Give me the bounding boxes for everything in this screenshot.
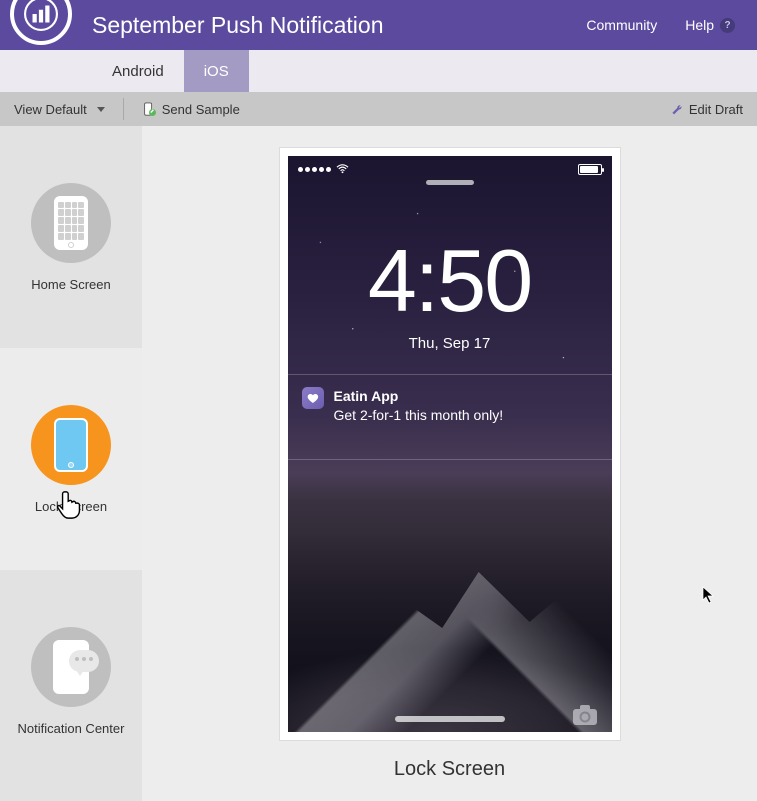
edit-draft-button[interactable]: Edit Draft [656,92,757,126]
help-link[interactable]: Help ? [685,17,735,33]
tab-ios[interactable]: iOS [184,50,249,92]
edit-draft-label: Edit Draft [689,102,743,117]
community-link[interactable]: Community [586,17,657,33]
wallpaper-mountain [288,532,612,732]
clock-time: 4:50 [288,237,612,325]
lock-screen-icon [31,405,111,485]
sidebar-item-notification-center[interactable]: Notification Center [0,570,142,792]
page-title: September Push Notification [92,12,586,39]
top-grabber-icon [426,180,474,185]
slide-grabber-icon [395,716,505,722]
sidebar-item-lock-screen[interactable]: Lock Screen [0,348,142,570]
signal-icon [298,167,331,172]
battery-icon [578,164,602,175]
main-area: Home Screen Lock Screen Notification Cen… [0,126,757,801]
help-icon: ? [720,18,735,33]
lock-clock: 4:50 Thu, Sep 17 [288,237,612,352]
notification-message: Get 2-for-1 this month only! [334,406,504,425]
preview-caption: Lock Screen [394,758,505,781]
brand-logo [10,0,72,45]
send-sample-button[interactable]: Send Sample [128,92,254,126]
help-label: Help [685,17,714,33]
send-sample-icon [142,102,156,116]
camera-icon [572,704,598,726]
platform-tabs: Android iOS [0,50,757,92]
preview-panel: 4:50 Thu, Sep 17 Eatin App Get 2-for-1 t… [142,126,757,801]
device-screen: 4:50 Thu, Sep 17 Eatin App Get 2-for-1 t… [288,156,612,732]
view-dropdown-label: View Default [14,102,87,117]
sidebar-item-label: Home Screen [31,277,110,292]
notification-card: Eatin App Get 2-for-1 this month only! [288,375,612,437]
sidebar-item-home-screen[interactable]: Home Screen [0,126,142,348]
mouse-pointer-icon [702,586,716,604]
bottom-bar [288,716,612,722]
notification-app-name: Eatin App [334,387,504,406]
toolbar-separator [123,98,124,120]
preview-sidebar: Home Screen Lock Screen Notification Cen… [0,126,142,801]
toolbar: View Default Send Sample Edit Draft [0,92,757,126]
divider [288,459,612,460]
sidebar-item-label: Notification Center [18,721,125,736]
device-frame: 4:50 Thu, Sep 17 Eatin App Get 2-for-1 t… [280,148,620,740]
notification-app-icon [302,387,324,409]
cursor-hand-icon [56,488,86,522]
clock-date: Thu, Sep 17 [288,335,612,352]
home-screen-icon [31,183,111,263]
header-right: Community Help ? [586,17,757,33]
wrench-icon [670,103,683,116]
notification-center-icon [31,627,111,707]
wifi-icon [336,164,349,174]
send-sample-label: Send Sample [162,102,240,117]
app-header: September Push Notification Community He… [0,0,757,50]
logo-wrap [0,0,92,71]
view-dropdown[interactable]: View Default [0,92,119,126]
tab-android[interactable]: Android [92,50,184,92]
chevron-down-icon [97,107,105,112]
brand-logo-icon [24,0,58,31]
status-bar [288,156,612,176]
